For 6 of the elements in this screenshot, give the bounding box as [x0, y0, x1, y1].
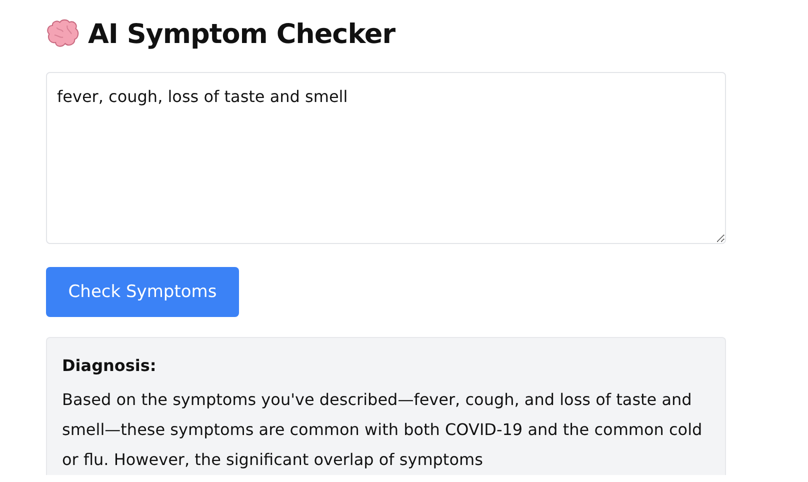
brain-icon: [46, 19, 80, 49]
page-title: AI Symptom Checker: [88, 18, 396, 50]
symptoms-field[interactable]: fever, cough, loss of taste and smell: [46, 72, 726, 244]
diagnosis-heading: Diagnosis:: [62, 356, 158, 375]
diagnosis-text: Based on the symptoms you've described—fever, cough, and loss of taste and smell—these symptoms are common with both COVID-19 and the common cold or flu. However, the significant overlap of symptoms: [62, 389, 704, 471]
check-symptoms-button[interactable]: Check Symptoms: [46, 267, 239, 317]
